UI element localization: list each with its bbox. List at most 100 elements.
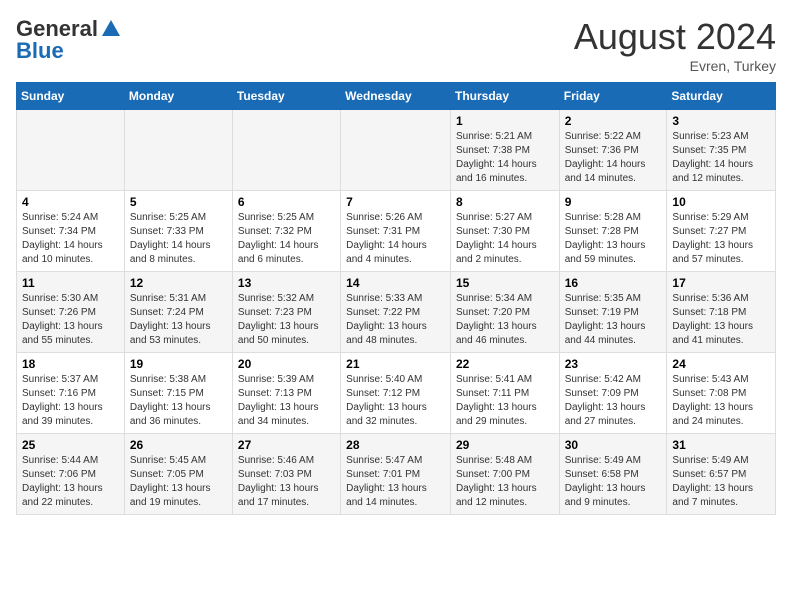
day-info: Sunrise: 5:36 AMSunset: 7:18 PMDaylight:… bbox=[672, 292, 770, 348]
calendar-cell: 2 Sunrise: 5:22 AMSunset: 7:36 PMDaylight… bbox=[559, 110, 667, 191]
days-header-row: Sunday Monday Tuesday Wednesday Thursday… bbox=[17, 83, 776, 110]
location: Evren, Turkey bbox=[574, 58, 776, 74]
calendar-cell bbox=[341, 110, 451, 191]
header-sunday: Sunday bbox=[17, 83, 125, 110]
calendar-week-4: 18 Sunrise: 5:37 AMSunset: 7:16 PMDayligh… bbox=[17, 353, 776, 434]
day-info: Sunrise: 5:43 AMSunset: 7:08 PMDaylight:… bbox=[672, 373, 770, 429]
calendar-cell bbox=[232, 110, 340, 191]
calendar-cell: 23 Sunrise: 5:42 AMSunset: 7:09 PMDayligh… bbox=[559, 353, 667, 434]
day-info: Sunrise: 5:47 AMSunset: 7:01 PMDaylight:… bbox=[346, 454, 445, 510]
day-number: 9 bbox=[565, 195, 662, 209]
calendar-cell: 21 Sunrise: 5:40 AMSunset: 7:12 PMDayligh… bbox=[341, 353, 451, 434]
day-number: 18 bbox=[22, 357, 119, 371]
calendar-cell: 22 Sunrise: 5:41 AMSunset: 7:11 PMDayligh… bbox=[450, 353, 559, 434]
calendar-cell bbox=[17, 110, 125, 191]
calendar-cell: 20 Sunrise: 5:39 AMSunset: 7:13 PMDayligh… bbox=[232, 353, 340, 434]
calendar-cell: 1 Sunrise: 5:21 AMSunset: 7:38 PMDaylight… bbox=[450, 110, 559, 191]
day-info: Sunrise: 5:38 AMSunset: 7:15 PMDaylight:… bbox=[130, 373, 227, 429]
day-number: 24 bbox=[672, 357, 770, 371]
logo: General Blue bbox=[16, 16, 122, 64]
calendar-cell: 11 Sunrise: 5:30 AMSunset: 7:26 PMDayligh… bbox=[17, 272, 125, 353]
day-number: 1 bbox=[456, 114, 554, 128]
logo-blue: Blue bbox=[16, 38, 64, 64]
calendar-cell: 27Sunrise: 5:46 AMSunset: 7:03 PMDayligh… bbox=[232, 434, 340, 515]
day-info: Sunrise: 5:41 AMSunset: 7:11 PMDaylight:… bbox=[456, 373, 554, 429]
day-info: Sunrise: 5:34 AMSunset: 7:20 PMDaylight:… bbox=[456, 292, 554, 348]
calendar-cell: 16Sunrise: 5:35 AMSunset: 7:19 PMDayligh… bbox=[559, 272, 667, 353]
calendar-cell: 8 Sunrise: 5:27 AMSunset: 7:30 PMDaylight… bbox=[450, 191, 559, 272]
day-number: 4 bbox=[22, 195, 119, 209]
day-info: Sunrise: 5:31 AMSunset: 7:24 PMDaylight:… bbox=[130, 292, 227, 348]
calendar-cell: 25Sunrise: 5:44 AMSunset: 7:06 PMDayligh… bbox=[17, 434, 125, 515]
day-number: 23 bbox=[565, 357, 662, 371]
day-number: 17 bbox=[672, 276, 770, 290]
calendar-table: Sunday Monday Tuesday Wednesday Thursday… bbox=[16, 82, 776, 515]
calendar-cell: 28 Sunrise: 5:47 AMSunset: 7:01 PMDayligh… bbox=[341, 434, 451, 515]
calendar-cell: 31 Sunrise: 5:49 AMSunset: 6:57 PMDayligh… bbox=[667, 434, 776, 515]
page-header: General Blue August 2024 Evren, Turkey bbox=[16, 16, 776, 74]
calendar-cell: 10Sunrise: 5:29 AMSunset: 7:27 PMDayligh… bbox=[667, 191, 776, 272]
day-number: 11 bbox=[22, 276, 119, 290]
calendar-cell: 6Sunrise: 5:25 AMSunset: 7:32 PMDaylight… bbox=[232, 191, 340, 272]
calendar-cell: 5 Sunrise: 5:25 AMSunset: 7:33 PMDaylight… bbox=[124, 191, 232, 272]
calendar-cell: 24 Sunrise: 5:43 AMSunset: 7:08 PMDayligh… bbox=[667, 353, 776, 434]
day-number: 14 bbox=[346, 276, 445, 290]
day-info: Sunrise: 5:25 AMSunset: 7:33 PMDaylight:… bbox=[130, 211, 227, 267]
day-number: 13 bbox=[238, 276, 335, 290]
calendar-cell: 30 Sunrise: 5:49 AMSunset: 6:58 PMDayligh… bbox=[559, 434, 667, 515]
day-number: 5 bbox=[130, 195, 227, 209]
day-number: 20 bbox=[238, 357, 335, 371]
calendar-cell: 13 Sunrise: 5:32 AMSunset: 7:23 PMDayligh… bbox=[232, 272, 340, 353]
header-monday: Monday bbox=[124, 83, 232, 110]
day-info: Sunrise: 5:40 AMSunset: 7:12 PMDaylight:… bbox=[346, 373, 445, 429]
calendar-cell: 7Sunrise: 5:26 AMSunset: 7:31 PMDaylight… bbox=[341, 191, 451, 272]
calendar-week-5: 25Sunrise: 5:44 AMSunset: 7:06 PMDayligh… bbox=[17, 434, 776, 515]
day-info: Sunrise: 5:42 AMSunset: 7:09 PMDaylight:… bbox=[565, 373, 662, 429]
calendar-cell: 17 Sunrise: 5:36 AMSunset: 7:18 PMDayligh… bbox=[667, 272, 776, 353]
day-info: Sunrise: 5:37 AMSunset: 7:16 PMDaylight:… bbox=[22, 373, 119, 429]
header-friday: Friday bbox=[559, 83, 667, 110]
day-info: Sunrise: 5:28 AMSunset: 7:28 PMDaylight:… bbox=[565, 211, 662, 267]
day-number: 22 bbox=[456, 357, 554, 371]
day-info: Sunrise: 5:24 AMSunset: 7:34 PMDaylight:… bbox=[22, 211, 119, 267]
calendar-week-1: 1 Sunrise: 5:21 AMSunset: 7:38 PMDaylight… bbox=[17, 110, 776, 191]
calendar-cell: 19 Sunrise: 5:38 AMSunset: 7:15 PMDayligh… bbox=[124, 353, 232, 434]
day-number: 30 bbox=[565, 438, 662, 452]
day-number: 16 bbox=[565, 276, 662, 290]
day-info: Sunrise: 5:39 AMSunset: 7:13 PMDaylight:… bbox=[238, 373, 335, 429]
logo-icon bbox=[100, 18, 122, 40]
calendar-cell: 26 Sunrise: 5:45 AMSunset: 7:05 PMDayligh… bbox=[124, 434, 232, 515]
title-block: August 2024 Evren, Turkey bbox=[574, 16, 776, 74]
calendar-cell: 12 Sunrise: 5:31 AMSunset: 7:24 PMDayligh… bbox=[124, 272, 232, 353]
calendar-cell: 15 Sunrise: 5:34 AMSunset: 7:20 PMDayligh… bbox=[450, 272, 559, 353]
day-info: Sunrise: 5:30 AMSunset: 7:26 PMDaylight:… bbox=[22, 292, 119, 348]
day-number: 26 bbox=[130, 438, 227, 452]
day-number: 2 bbox=[565, 114, 662, 128]
day-number: 31 bbox=[672, 438, 770, 452]
day-info: Sunrise: 5:27 AMSunset: 7:30 PMDaylight:… bbox=[456, 211, 554, 267]
month-year: August 2024 bbox=[574, 16, 776, 58]
header-wednesday: Wednesday bbox=[341, 83, 451, 110]
day-info: Sunrise: 5:46 AMSunset: 7:03 PMDaylight:… bbox=[238, 454, 335, 510]
day-info: Sunrise: 5:32 AMSunset: 7:23 PMDaylight:… bbox=[238, 292, 335, 348]
day-info: Sunrise: 5:23 AMSunset: 7:35 PMDaylight:… bbox=[672, 130, 770, 186]
day-number: 28 bbox=[346, 438, 445, 452]
day-number: 8 bbox=[456, 195, 554, 209]
header-saturday: Saturday bbox=[667, 83, 776, 110]
day-info: Sunrise: 5:48 AMSunset: 7:00 PMDaylight:… bbox=[456, 454, 554, 510]
calendar-cell bbox=[124, 110, 232, 191]
calendar-cell: 29Sunrise: 5:48 AMSunset: 7:00 PMDayligh… bbox=[450, 434, 559, 515]
day-number: 21 bbox=[346, 357, 445, 371]
day-number: 15 bbox=[456, 276, 554, 290]
day-info: Sunrise: 5:45 AMSunset: 7:05 PMDaylight:… bbox=[130, 454, 227, 510]
calendar-cell: 18 Sunrise: 5:37 AMSunset: 7:16 PMDayligh… bbox=[17, 353, 125, 434]
day-info: Sunrise: 5:26 AMSunset: 7:31 PMDaylight:… bbox=[346, 211, 445, 267]
day-number: 12 bbox=[130, 276, 227, 290]
day-info: Sunrise: 5:21 AMSunset: 7:38 PMDaylight:… bbox=[456, 130, 554, 186]
day-info: Sunrise: 5:49 AMSunset: 6:57 PMDaylight:… bbox=[672, 454, 770, 510]
header-tuesday: Tuesday bbox=[232, 83, 340, 110]
day-number: 19 bbox=[130, 357, 227, 371]
day-info: Sunrise: 5:22 AMSunset: 7:36 PMDaylight:… bbox=[565, 130, 662, 186]
day-info: Sunrise: 5:49 AMSunset: 6:58 PMDaylight:… bbox=[565, 454, 662, 510]
header-thursday: Thursday bbox=[450, 83, 559, 110]
